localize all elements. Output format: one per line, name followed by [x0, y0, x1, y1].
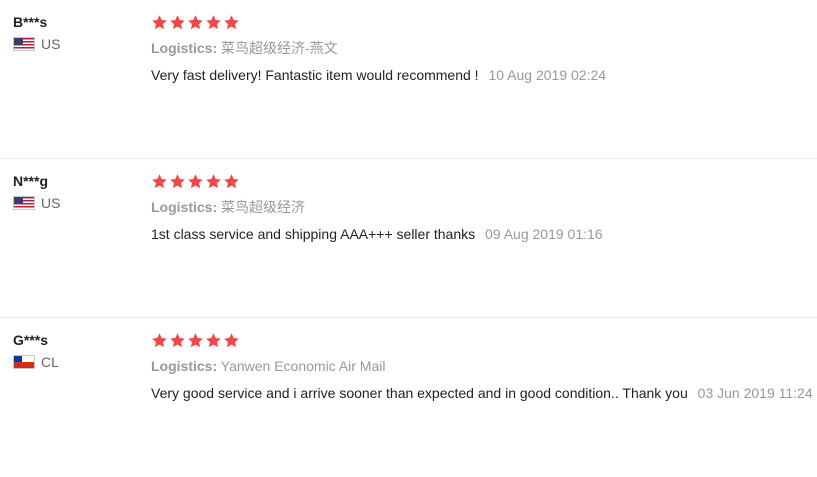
logistics-line: Logistics: 菜鸟超级经济-燕文	[151, 40, 817, 57]
cl-flag-icon	[13, 355, 35, 369]
feedback-text: Very fast delivery! Fantastic item would…	[151, 67, 479, 83]
star-rating	[151, 173, 817, 191]
feedback-date: 09 Aug 2019 01:16	[485, 226, 603, 242]
star-icon	[169, 14, 186, 31]
buyer-country: US	[13, 36, 133, 52]
us-flag-icon	[13, 196, 35, 210]
buyer-country: US	[13, 195, 133, 211]
star-icon	[223, 332, 240, 349]
feedback-line: Very good service and i arrive sooner th…	[151, 385, 817, 402]
feedback-date: 03 Jun 2019 11:24	[697, 385, 813, 401]
us-flag-icon	[13, 37, 35, 51]
logistics-label: Logistics:	[151, 40, 218, 56]
feedback-line: Very fast delivery! Fantastic item would…	[151, 67, 817, 84]
star-icon	[169, 332, 186, 349]
review-item: N***g US Logistics: 菜鸟超级经济 1st class ser…	[0, 159, 817, 318]
review-content: Logistics: 菜鸟超级经济-燕文 Very fast delivery!…	[151, 14, 817, 84]
review-content: Logistics: 菜鸟超级经济 1st class service and …	[151, 173, 817, 243]
feedback-line: 1st class service and shipping AAA+++ se…	[151, 226, 817, 243]
review-item: B***s US Logistics: 菜鸟超级经济-燕文 Very fast …	[0, 0, 817, 159]
country-code: US	[41, 195, 61, 211]
star-icon	[187, 332, 204, 349]
buyer-name: B***s	[13, 14, 48, 30]
logistics-label: Logistics:	[151, 358, 218, 374]
review-content: Logistics: Yanwen Economic Air Mail Very…	[151, 332, 817, 402]
star-icon	[151, 173, 168, 190]
star-icon	[151, 332, 168, 349]
star-icon	[151, 14, 168, 31]
logistics-value: 菜鸟超级经济	[221, 199, 306, 215]
star-rating	[151, 332, 817, 350]
buyer-info: N***g US	[13, 172, 133, 211]
logistics-value: Yanwen Economic Air Mail	[220, 358, 386, 374]
country-code: US	[41, 36, 61, 52]
star-icon	[187, 14, 204, 31]
star-rating	[151, 14, 817, 32]
star-icon	[223, 173, 240, 190]
review-item: G***s CL Logistics: Yanwen Economic Air …	[0, 318, 817, 477]
logistics-value: 菜鸟超级经济-燕文	[221, 40, 338, 56]
feedback-text: Very good service and i arrive sooner th…	[151, 385, 688, 401]
reviews-list: B***s US Logistics: 菜鸟超级经济-燕文 Very fast …	[0, 0, 817, 477]
star-icon	[205, 173, 222, 190]
star-icon	[205, 14, 222, 31]
country-code: CL	[41, 354, 59, 370]
star-icon	[187, 173, 204, 190]
star-icon	[223, 14, 240, 31]
buyer-name: G***s	[13, 332, 49, 348]
logistics-label: Logistics:	[151, 199, 218, 215]
feedback-date: 10 Aug 2019 02:24	[488, 67, 607, 83]
buyer-info: B***s US	[13, 13, 133, 52]
star-icon	[205, 332, 222, 349]
buyer-country: CL	[13, 354, 133, 370]
star-icon	[169, 173, 186, 190]
buyer-name: N***g	[13, 173, 49, 189]
logistics-line: Logistics: Yanwen Economic Air Mail	[151, 358, 817, 375]
buyer-info: G***s CL	[13, 331, 133, 370]
feedback-text: 1st class service and shipping AAA+++ se…	[151, 226, 476, 242]
logistics-line: Logistics: 菜鸟超级经济	[151, 199, 817, 216]
